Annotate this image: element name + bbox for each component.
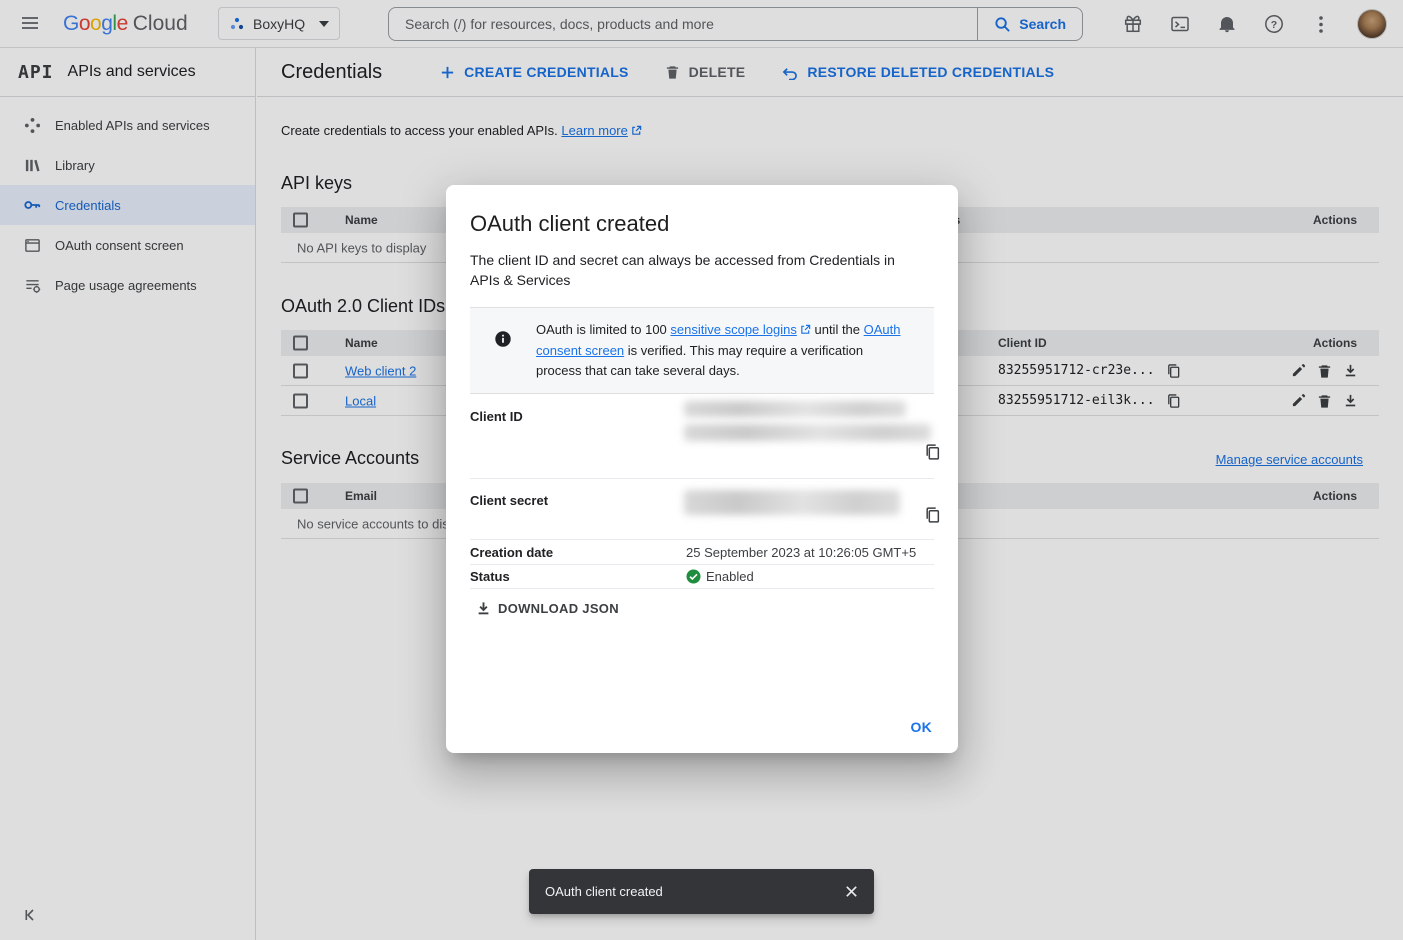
client-secret-row: Client secret bbox=[470, 479, 934, 540]
status-value: Enabled bbox=[686, 569, 934, 584]
download-icon bbox=[476, 601, 491, 616]
info-link-1-label: sensitive scope logins bbox=[670, 322, 796, 337]
oauth-client-created-dialog: OAuth client created The client ID and s… bbox=[446, 185, 958, 753]
redacted-value bbox=[684, 401, 906, 417]
sensitive-scope-logins-link[interactable]: sensitive scope logins bbox=[670, 322, 810, 337]
check-circle-icon bbox=[686, 569, 701, 584]
status-label: Status bbox=[470, 569, 686, 584]
status-row: Status Enabled bbox=[470, 565, 934, 589]
info-text: OAuth is limited to 100 sensitive scope … bbox=[536, 320, 910, 381]
info-icon bbox=[494, 330, 512, 381]
info-text-pre: OAuth is limited to 100 bbox=[536, 322, 670, 337]
app-root: Google Cloud BoxyHQ Search bbox=[0, 0, 1403, 940]
redacted-value bbox=[684, 424, 931, 441]
copy-icon[interactable] bbox=[922, 442, 942, 462]
ok-button[interactable]: OK bbox=[911, 719, 933, 735]
close-icon[interactable] bbox=[841, 882, 861, 902]
creation-date-label: Creation date bbox=[470, 545, 686, 560]
copy-icon[interactable] bbox=[922, 505, 942, 525]
dialog-subtitle: The client ID and secret can always be a… bbox=[470, 250, 915, 290]
snackbar: OAuth client created bbox=[529, 869, 874, 914]
download-json-label: DOWNLOAD JSON bbox=[498, 601, 619, 616]
download-json-button[interactable]: DOWNLOAD JSON bbox=[476, 601, 619, 616]
external-link-icon bbox=[800, 321, 811, 341]
info-banner: OAuth is limited to 100 sensitive scope … bbox=[470, 307, 934, 394]
client-id-value-redacted bbox=[686, 394, 934, 478]
client-secret-label: Client secret bbox=[470, 479, 686, 539]
info-text-mid: until the bbox=[811, 322, 864, 337]
creation-date-value: 25 September 2023 at 10:26:05 GMT+5 bbox=[686, 545, 934, 560]
status-text: Enabled bbox=[706, 569, 754, 584]
snackbar-message: OAuth client created bbox=[545, 884, 841, 899]
creation-date-row: Creation date 25 September 2023 at 10:26… bbox=[470, 540, 934, 565]
client-id-row: Client ID bbox=[470, 394, 934, 479]
dialog-title: OAuth client created bbox=[470, 211, 934, 237]
client-id-label: Client ID bbox=[470, 394, 686, 478]
client-secret-value-redacted bbox=[686, 479, 934, 539]
redacted-value bbox=[684, 490, 900, 515]
